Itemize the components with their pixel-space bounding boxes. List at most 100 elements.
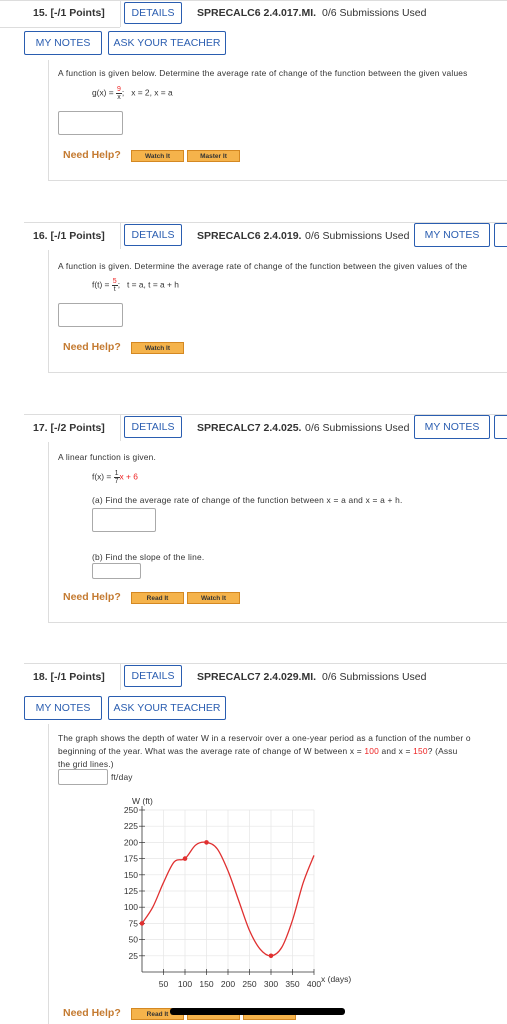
data-point (204, 840, 209, 845)
q16-watch-it-button[interactable]: Watch It (131, 342, 184, 354)
q17-label: 17. [-/2 Points] (33, 422, 105, 434)
q16-func-tail: ; (117, 279, 121, 290)
q15-func-lhs: g(x) = (92, 87, 114, 98)
q18-prompt-line3: the grid lines.) (58, 759, 114, 769)
x-tick-label: 250 (242, 979, 256, 989)
q15-prompt: A function is given below. Determine the… (58, 68, 468, 78)
q17-func-tail: x + 6 (119, 471, 138, 482)
q17-function: f(x) = 17x + 6 (92, 470, 138, 485)
q15-header-bottom (0, 27, 120, 28)
q18-code: SPRECALC7 2.4.029.MI. (197, 671, 317, 683)
q18-details-button[interactable]: DETAILS (124, 665, 182, 687)
y-tick-label: 125 (124, 886, 138, 896)
q18-x2: 150 (413, 746, 428, 756)
q17-number: 17. (33, 422, 48, 434)
q15-answer-input[interactable] (58, 111, 123, 135)
q15-points: [-/1 Points] (50, 7, 105, 19)
q18-prompt-line1: The graph shows the depth of water W in … (58, 733, 471, 743)
q16-number: 16. (33, 230, 48, 242)
q17-details-button[interactable]: DETAILS (124, 416, 182, 438)
q17-watch-it-button[interactable]: Watch It (187, 592, 240, 604)
y-tick-label: 100 (124, 902, 138, 912)
q16-function: f(t) = 5 t; t = a, t = a + h (92, 278, 179, 293)
q15-body-left-border (48, 60, 49, 180)
q18-header-line (24, 663, 507, 664)
y-tick-label: 250 (124, 805, 138, 815)
q17-part-a-input[interactable] (92, 508, 156, 532)
y-tick-label: 25 (129, 951, 139, 961)
q16-code: SPRECALC6 2.4.019. (197, 230, 302, 242)
q15-values: x = 2, x = a (131, 87, 173, 98)
q17-need-help: Need Help? (63, 591, 121, 603)
data-point (182, 856, 188, 861)
x-tick-label: 100 (178, 979, 192, 989)
y-tick-label: 225 (124, 821, 138, 831)
q16-submissions: 0/6 Submissions Used (305, 230, 410, 242)
q15-code: SPRECALC6 2.4.017.MI. (197, 7, 317, 19)
q15-label: 15. [-/1 Points] (33, 7, 105, 19)
y-tick-label: 200 (124, 837, 138, 847)
q18-unit: ft/day (111, 772, 133, 782)
q18-header-divider (120, 663, 121, 690)
q18-graph: W (ft) 255075100125150175200225250 50 100… (124, 796, 352, 989)
y-tick-label: 50 (129, 935, 139, 945)
q17-points: [-/2 Points] (50, 422, 105, 434)
q15-my-notes-button[interactable]: MY NOTES (24, 31, 102, 55)
q15-func-tail: ; (121, 87, 125, 98)
q18-prompt-line2-b: and x = (379, 746, 414, 756)
data-point (139, 921, 145, 926)
q18-ask-teacher-button[interactable]: ASK YOUR TEACHER (108, 696, 226, 720)
q18-points: [-/1 Points] (50, 671, 105, 683)
q17-header-divider (120, 414, 121, 441)
x-tick-label: 350 (285, 979, 299, 989)
q15-details-button[interactable]: DETAILS (124, 2, 182, 24)
q17-more-button[interactable] (494, 415, 507, 439)
q17-prompt: A linear function is given. (58, 452, 157, 462)
x-tick-label: 300 (264, 979, 278, 989)
q17-code: SPRECALC7 2.4.025. (197, 422, 302, 434)
y-tick-label: 150 (124, 870, 138, 880)
q17-submissions: 0/6 Submissions Used (305, 422, 410, 434)
q16-my-notes-button[interactable]: MY NOTES (414, 223, 490, 247)
q16-details-button[interactable]: DETAILS (124, 224, 182, 246)
q18-prompt-line2-a: beginning of the year. What was the aver… (58, 746, 365, 756)
q16-values: t = a, t = a + h (127, 279, 179, 290)
q16-answer-input[interactable] (58, 303, 123, 327)
q18-label: 18. [-/1 Points] (33, 671, 105, 683)
q18-need-help: Need Help? (63, 1007, 121, 1019)
data-point (268, 953, 274, 959)
x-tick-label: 150 (199, 979, 213, 989)
q17-body-left-border (48, 442, 49, 622)
q18-submissions: 0/6 Submissions Used (322, 671, 427, 683)
x-axis-label: x (days) (321, 974, 351, 984)
q15-body-bottom-border (48, 180, 507, 181)
q18-x1: 100 (364, 746, 379, 756)
q18-number: 18. (33, 671, 48, 683)
q15-watch-it-button[interactable]: Watch It (131, 150, 184, 162)
q16-more-button[interactable] (494, 223, 507, 247)
q17-part-a: (a) Find the average rate of change of t… (92, 495, 403, 505)
q17-part-b: (b) Find the slope of the line. (92, 552, 205, 562)
q15-ask-teacher-button[interactable]: ASK YOUR TEACHER (108, 31, 226, 55)
q17-my-notes-button[interactable]: MY NOTES (414, 415, 490, 439)
header-divider (120, 0, 121, 27)
q17-func-lhs: f(x) = (92, 471, 112, 482)
q16-body-bottom-border (48, 372, 507, 373)
y-tick-label: 175 (124, 854, 138, 864)
q17-part-b-input[interactable] (92, 563, 141, 579)
q15-function: g(x) = 9 x; x = 2, x = a (92, 86, 173, 101)
q18-my-notes-button[interactable]: MY NOTES (24, 696, 102, 720)
q18-answer-input[interactable] (58, 769, 108, 785)
q16-body-left-border (48, 250, 49, 372)
q16-header-divider (120, 222, 121, 249)
grid (141, 806, 315, 973)
q16-func-lhs: f(t) = (92, 279, 110, 290)
q15-header-line (0, 0, 507, 1)
q17-read-it-button[interactable]: Read It (131, 592, 184, 604)
y-tick-label: 75 (129, 918, 139, 928)
q16-prompt: A function is given. Determine the avera… (58, 261, 468, 271)
q15-master-it-button[interactable]: Master It (187, 150, 240, 162)
redaction-bar (170, 1008, 345, 1015)
q16-need-help: Need Help? (63, 341, 121, 353)
q16-points: [-/1 Points] (50, 230, 105, 242)
